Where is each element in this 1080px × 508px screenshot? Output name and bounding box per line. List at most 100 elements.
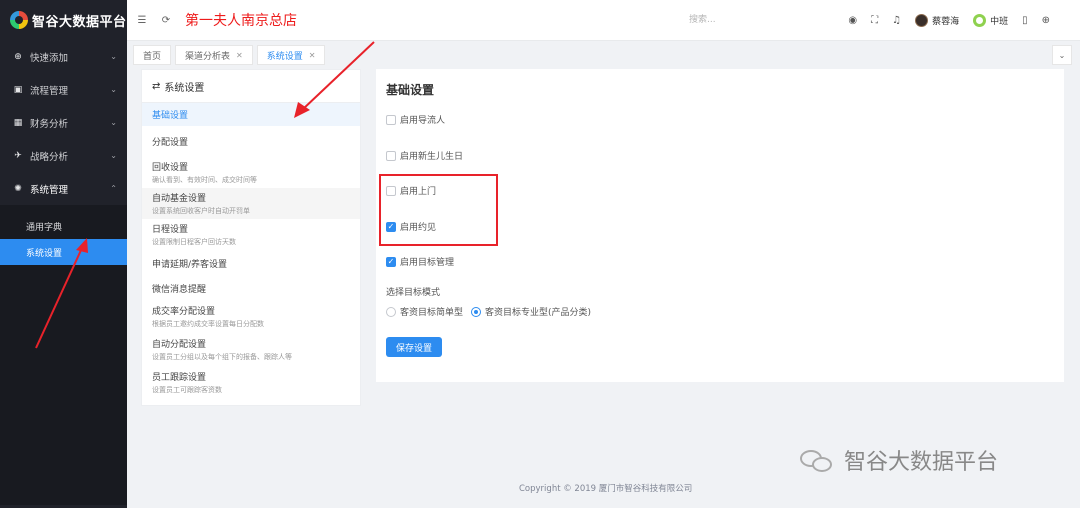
- store-name: 第一夫人南京总店: [185, 13, 297, 29]
- target-mode-radio-group: 客资目标简单型 客资目标专业型(产品分类): [386, 305, 591, 318]
- close-icon[interactable]: ✕: [309, 51, 316, 60]
- record-icon[interactable]: ◉: [848, 15, 857, 26]
- shift-avatar-icon: [973, 14, 987, 27]
- settings-item-title: 成交率分配设置: [152, 307, 216, 317]
- sidebar-item-quick-add[interactable]: ⊕ 快速添加 ⌄: [0, 40, 127, 73]
- radio-professional[interactable]: [471, 306, 482, 317]
- camera-icon: ▣: [13, 84, 23, 95]
- close-icon[interactable]: ✕: [236, 51, 243, 60]
- settings-item-desc: 确认看到、有效时间、成交时间等: [152, 176, 257, 184]
- settings-item-title: 自动分配设置: [152, 340, 207, 350]
- target-mode-label: 选择目标模式: [386, 288, 441, 298]
- settings-item-title: 员工跟踪设置: [152, 373, 207, 383]
- settings-item-basic[interactable]: 基础设置: [142, 103, 360, 126]
- settings-item-extension[interactable]: 申请延期/养客设置: [142, 250, 360, 277]
- avatar: [915, 14, 929, 27]
- settings-item-conversion[interactable]: 成交率分配设置 根据员工邀约成交率设置每日分配数: [142, 300, 360, 333]
- settings-item-wechat[interactable]: 微信消息提醒: [142, 277, 360, 300]
- tab-label: 首页: [143, 51, 162, 62]
- settings-item-desc: 设置系统回收客户时自动开罚单: [152, 207, 250, 215]
- settings-item-title: 自动基金设置: [152, 194, 207, 204]
- search-box: [687, 14, 747, 26]
- checkbox-guide[interactable]: 启用导流人: [386, 113, 445, 126]
- checkbox-box[interactable]: [386, 150, 396, 161]
- settings-item-recycle[interactable]: 回收设置 确认看到、有效时间、成交时间等: [142, 157, 360, 188]
- refresh-icon[interactable]: ⟳: [159, 15, 173, 26]
- settings-item-desc: 设置员工分组以及每个组下的报备、跟踪人等: [152, 353, 292, 361]
- chevron-up-icon: ⌃: [110, 184, 117, 193]
- sidebar-item-process[interactable]: ▣ 流程管理 ⌄: [0, 73, 127, 106]
- sidebar-item-label: 快速添加: [30, 52, 69, 64]
- radio-label[interactable]: 客资目标简单型: [400, 305, 463, 318]
- tab-bar: 首页 渠道分析表 ✕ 系统设置 ✕ ⌄: [127, 41, 1080, 69]
- search-input[interactable]: [687, 14, 747, 26]
- settings-item-desc: 设置员工可跟踪客资数: [152, 386, 222, 394]
- settings-item-title: 微信消息提醒: [152, 285, 207, 295]
- sidebar: 智谷大数据平台 ⊕ 快速添加 ⌄ ▣ 流程管理 ⌄ ▦ 财务分析 ⌄ ✈ 战略分…: [0, 0, 127, 508]
- sidebar-item-label: 系统管理: [30, 184, 69, 196]
- tab-label: 系统设置: [266, 51, 303, 62]
- settings-item-title: 日程设置: [152, 225, 189, 235]
- chevron-down-icon: ⌄: [110, 118, 117, 127]
- sidebar-subitem-dictionary[interactable]: 通用字典: [0, 213, 127, 239]
- settings-item-title: 基础设置: [152, 111, 189, 121]
- sidebar-item-label: 战略分析: [30, 151, 69, 163]
- radio-simple[interactable]: [386, 306, 396, 317]
- sidebar-item-finance[interactable]: ▦ 财务分析 ⌄: [0, 106, 127, 139]
- system-submenu: 通用字典 系统设置: [0, 205, 127, 505]
- sidebar-item-label: 财务分析: [30, 118, 69, 130]
- annotation-highlight-box: [379, 174, 498, 246]
- logo-icon: [10, 11, 28, 29]
- sidebar-subitem-settings[interactable]: 系统设置: [0, 239, 127, 265]
- tab-home[interactable]: 首页: [133, 45, 172, 65]
- settings-list-title: 系统设置: [164, 82, 205, 94]
- settings-item-title: 申请延期/养客设置: [152, 260, 228, 270]
- user-name: 蔡蓉海: [932, 17, 960, 27]
- sidebar-item-system[interactable]: ✺ 系统管理 ⌃: [0, 172, 127, 205]
- shift-name: 中班: [990, 17, 1009, 27]
- top-header: ☰ ⟳ 第一夫人南京总店 ◉ ⛶ ♫ 蔡蓉海 中班 ▯ ⊕: [127, 0, 1080, 41]
- menu-toggle-icon[interactable]: ☰: [135, 15, 149, 26]
- save-settings-button[interactable]: 保存设置: [386, 337, 442, 357]
- wechat-icon: [800, 446, 836, 474]
- swap-icon: ⇄: [152, 80, 161, 92]
- settings-item-auto-allocation[interactable]: 自动分配设置 设置员工分组以及每个组下的报备、跟踪人等: [142, 333, 360, 366]
- tabs-dropdown-button[interactable]: ⌄: [1052, 45, 1072, 65]
- radio-label[interactable]: 客资目标专业型(产品分类): [485, 305, 591, 318]
- watermark-text: 智谷大数据平台: [844, 450, 999, 475]
- checkbox-label: 启用导流人: [400, 116, 446, 126]
- checkbox-newborn-birthday[interactable]: 启用新生儿生日: [386, 149, 463, 162]
- settings-item-auto-fund[interactable]: 自动基金设置 设置系统回收客户时自动开罚单: [142, 188, 360, 219]
- check-icon[interactable]: ✓: [386, 256, 396, 267]
- settings-item-title: 分配设置: [152, 138, 189, 148]
- settings-list-header: ⇄ 系统设置: [142, 70, 360, 103]
- tab-label: 渠道分析表: [185, 51, 231, 62]
- sidebar-item-strategy[interactable]: ✈ 战略分析 ⌄: [0, 139, 127, 172]
- checkbox-box[interactable]: [386, 114, 396, 125]
- app-logo[interactable]: 智谷大数据平台: [0, 0, 127, 40]
- plane-icon: ✈: [14, 150, 22, 161]
- copyright: Copyright © 2019 厦门市智谷科技有限公司: [519, 484, 693, 494]
- checkbox-label: 启用新生儿生日: [400, 152, 464, 162]
- globe-icon[interactable]: ⊕: [1042, 15, 1050, 26]
- tab-system-settings[interactable]: 系统设置 ✕: [256, 45, 326, 65]
- chevron-down-icon: ⌄: [110, 52, 117, 61]
- checkbox-label: 启用目标管理: [400, 258, 455, 268]
- user-menu[interactable]: 蔡蓉海: [915, 14, 959, 27]
- settings-item-desc: 根据员工邀约成交率设置每日分配数: [152, 320, 264, 328]
- bell-icon[interactable]: ♫: [892, 15, 901, 26]
- settings-item-schedule[interactable]: 日程设置 设置限制日程客户回访天数: [142, 219, 360, 250]
- chevron-down-icon: ⌄: [110, 151, 117, 160]
- settings-item-tracking[interactable]: 员工跟踪设置 设置员工可跟踪客资数: [142, 366, 360, 399]
- page-title: 基础设置: [386, 83, 435, 97]
- plus-circle-icon: ⊕: [14, 51, 22, 62]
- checkbox-target-management[interactable]: ✓ 启用目标管理: [386, 255, 454, 268]
- sidebar-item-label: 流程管理: [30, 85, 69, 97]
- fullscreen-icon[interactable]: ⛶: [871, 15, 878, 26]
- mobile-icon[interactable]: ▯: [1022, 15, 1028, 26]
- chart-icon: ▦: [13, 117, 23, 128]
- shift-menu[interactable]: 中班: [973, 14, 1008, 27]
- tab-channel-analysis[interactable]: 渠道分析表 ✕: [175, 45, 253, 65]
- chevron-down-icon: ⌄: [1058, 50, 1066, 60]
- settings-item-allocation[interactable]: 分配设置: [142, 126, 360, 157]
